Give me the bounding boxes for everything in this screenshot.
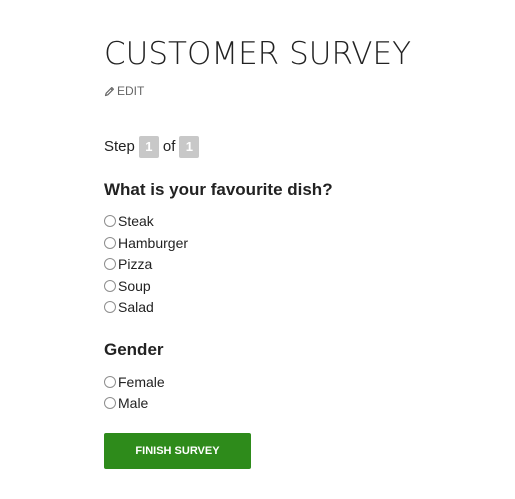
favourite-dish-options: Steak Hamburger Pizza Soup Salad [104, 211, 494, 319]
radio-button[interactable] [104, 258, 116, 271]
radio-button[interactable] [104, 301, 116, 314]
radio-button[interactable] [104, 397, 116, 410]
step-indicator: Step 1 of 1 [104, 135, 494, 158]
step-prefix: Step [104, 138, 135, 155]
edit-link[interactable]: EDIT [104, 83, 144, 99]
page-title: CUSTOMER SURVEY [104, 36, 412, 72]
gender-options: Female Male [104, 371, 494, 414]
option-male[interactable]: Male [104, 393, 494, 415]
option-pizza[interactable]: Pizza [104, 254, 494, 276]
question-favourite-dish: What is your favourite dish? [104, 179, 333, 199]
finish-survey-button[interactable]: FINISH SURVEY [104, 433, 251, 469]
option-label: Male [118, 395, 149, 412]
step-total-badge: 1 [179, 135, 200, 158]
option-label: Pizza [118, 256, 153, 273]
option-label: Hamburger [118, 234, 189, 251]
radio-button[interactable] [104, 375, 116, 388]
option-female[interactable]: Female [104, 371, 494, 393]
step-separator: of [162, 138, 176, 155]
option-label: Steak [118, 213, 154, 230]
radio-button[interactable] [104, 236, 116, 249]
step-current-badge: 1 [138, 135, 159, 158]
option-label: Soup [118, 277, 151, 294]
option-hamburger[interactable]: Hamburger [104, 232, 494, 254]
option-steak[interactable]: Steak [104, 211, 494, 233]
option-soup[interactable]: Soup [104, 275, 494, 297]
question-gender: Gender [104, 340, 164, 359]
edit-label: EDIT [117, 84, 145, 98]
radio-button[interactable] [104, 279, 116, 292]
option-label: Female [118, 373, 165, 390]
survey-container: CUSTOMER SURVEY EDIT Step 1 of 1 What is… [104, 34, 494, 469]
option-salad[interactable]: Salad [104, 297, 494, 319]
radio-button[interactable] [104, 215, 116, 228]
pencil-icon [104, 86, 115, 97]
option-label: Salad [118, 299, 154, 316]
